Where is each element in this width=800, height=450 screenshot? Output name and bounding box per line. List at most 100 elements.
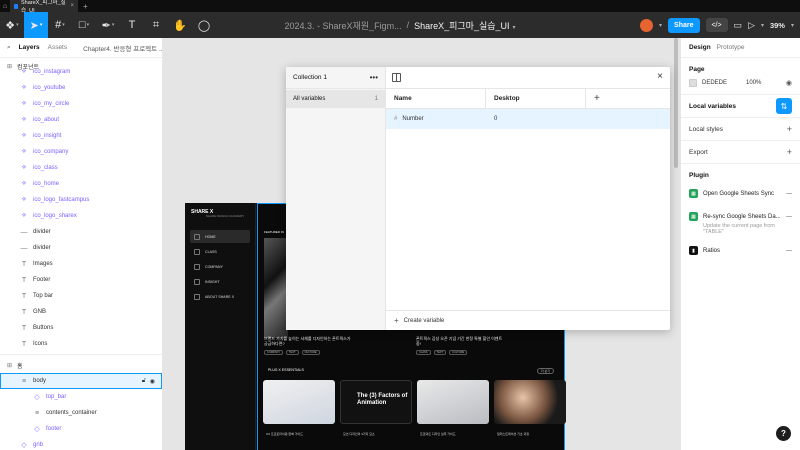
all-variables-item[interactable]: All variables 1 — [286, 90, 385, 108]
hand-tool-button[interactable]: ✋ — [168, 12, 192, 38]
home-icon[interactable]: ⌂ — [0, 0, 10, 12]
tab-prototype[interactable]: Prototype — [717, 44, 745, 51]
variables-count: 1 — [374, 96, 378, 102]
tab-layers[interactable]: Layers — [19, 44, 40, 51]
layer-item[interactable]: ◇ footer — [0, 421, 162, 437]
team-name[interactable]: 2024.3. - ShareX재원_Figm... — [284, 19, 401, 32]
shape-tool-button[interactable]: □ ▾ — [72, 12, 96, 38]
share-button[interactable]: Share — [668, 17, 700, 33]
layer-item[interactable]: — divider — [0, 224, 162, 240]
plugin-item[interactable]: ▦ Re-sync Google Sheets Da... — — [689, 209, 792, 224]
frame-icon: # — [55, 19, 62, 31]
plugin-item[interactable]: ▮ Ratios — — [689, 243, 792, 258]
search-icon[interactable]: ⌕ — [7, 44, 11, 52]
more-options-icon[interactable]: — — [786, 214, 792, 220]
layer-item[interactable]: ⟡ ico_about — [0, 112, 162, 128]
mode-column-header[interactable]: Desktop — [486, 88, 586, 109]
layer-item[interactable]: T Buttons — [0, 320, 162, 336]
layer-item[interactable]: ⟡ ico_logo_sharex — [0, 208, 162, 224]
section-icon: ⊞ — [7, 362, 13, 369]
layer-label: Top bar — [33, 293, 54, 299]
eye-icon[interactable]: ◉ — [150, 378, 155, 385]
layer-item[interactable]: T Icons — [0, 336, 162, 352]
page-color-row[interactable]: DEDEDE 100% ◉ — [689, 79, 792, 94]
zoom-level[interactable]: 39% — [770, 21, 785, 30]
site-brand-sub: SHARE DESIGN ACADEMY — [206, 214, 245, 218]
chevron-down-icon[interactable]: ▾ — [659, 22, 662, 29]
layer-label: Footer — [33, 277, 51, 283]
layer-item[interactable]: ◇ gnb — [0, 437, 162, 450]
page-opacity[interactable]: 100% — [746, 80, 761, 86]
more-options-icon[interactable]: ••• — [370, 73, 378, 82]
layer-item[interactable]: ⟡ ico_class — [0, 160, 162, 176]
present-icon[interactable]: ▷ — [748, 20, 755, 31]
comment-tool-button[interactable]: ◯ — [192, 12, 216, 38]
resources-button[interactable]: ⌗ — [144, 12, 168, 38]
sidebar-toggle-icon[interactable] — [392, 73, 401, 82]
user-avatar[interactable] — [640, 18, 654, 32]
local-styles-row: Local styles + — [689, 118, 792, 140]
layer-item[interactable]: ⟡ ico_insight — [0, 128, 162, 144]
add-mode-icon[interactable]: + — [586, 93, 600, 104]
chevron-down-icon[interactable]: ▾ — [761, 22, 764, 29]
tab-assets[interactable]: Assets — [48, 44, 68, 51]
add-export-icon[interactable]: + — [787, 147, 792, 157]
close-icon[interactable]: × — [657, 71, 663, 82]
main-menu-button[interactable]: ❖ ▾ — [0, 12, 24, 38]
layer-item[interactable]: ⟡ ico_instagram — [0, 64, 162, 80]
toolbar-right: ▾ Share </> ▭ ▷ ▾ 39% ▾ — [640, 12, 800, 38]
layer-item-body[interactable]: ≡ body 🔓︎ ◉ — [0, 373, 162, 389]
variables-settings-button[interactable]: ⇅ — [776, 98, 792, 114]
library-icon[interactable]: ▭ — [734, 20, 743, 31]
chevron-down-icon[interactable]: ▾ — [791, 22, 794, 29]
layer-item[interactable]: — divider — [0, 240, 162, 256]
eye-icon[interactable]: ◉ — [786, 79, 792, 87]
site-chip: CULTURE — [449, 350, 468, 355]
layer-label: ico_about — [33, 117, 60, 123]
layer-item[interactable]: ⟡ ico_youtube — [0, 80, 162, 96]
layer-item[interactable]: ≡ contents_container — [0, 405, 162, 421]
component-icon: ⟡ — [21, 84, 27, 91]
layer-item[interactable]: T Top bar — [0, 288, 162, 304]
section-home[interactable]: ⊞ 홈 — [0, 357, 162, 373]
create-variable-button[interactable]: + Create variable — [386, 310, 670, 330]
tab-design[interactable]: Design — [689, 44, 711, 51]
more-options-icon[interactable]: — — [786, 248, 792, 254]
add-style-icon[interactable]: + — [787, 124, 792, 134]
layer-item[interactable]: ⟡ ico_home — [0, 176, 162, 192]
file-name[interactable]: ShareX_피그마_실습_UI ▾ — [414, 19, 515, 32]
variable-row[interactable]: # Number 0 — [386, 109, 670, 129]
text-tool-button[interactable]: T — [120, 12, 144, 38]
layer-item[interactable]: T GNB — [0, 304, 162, 320]
new-tab-icon[interactable]: + — [78, 2, 93, 11]
pen-tool-button[interactable]: ✒ ▾ — [96, 12, 120, 38]
move-tool-button[interactable]: ➤ ▾ — [24, 12, 48, 38]
site-gnb: SHARE X SHARE DESIGN ACADEMY HOME CLASS … — [185, 203, 256, 450]
layer-item[interactable]: T Images — [0, 256, 162, 272]
more-options-icon[interactable]: — — [786, 191, 792, 197]
dev-mode-button[interactable]: </> — [705, 18, 728, 32]
lock-icon[interactable]: 🔓︎ — [142, 378, 146, 385]
help-button[interactable]: ? — [776, 426, 791, 441]
layer-item[interactable]: ◇ top_bar — [0, 389, 162, 405]
variable-value[interactable]: 0 — [486, 116, 497, 122]
variable-name-cell[interactable]: # Number — [386, 116, 486, 122]
canvas-scrollbar[interactable] — [674, 38, 678, 168]
layer-item[interactable]: ⟡ ico_logo_fastcampus — [0, 192, 162, 208]
browser-tab[interactable]: ShareX_피그마_실습_UI × — [10, 0, 78, 14]
layer-item[interactable]: ⟡ ico_my_circle — [0, 96, 162, 112]
number-variable-icon: # — [394, 116, 398, 122]
page-selector[interactable]: Chapter4. 반응형 프로젝트 ... — [83, 43, 162, 53]
layer-item[interactable]: T Footer — [0, 272, 162, 288]
layer-item[interactable]: ⟡ ico_company — [0, 144, 162, 160]
component-icon: ⟡ — [21, 180, 27, 187]
site-chips: COMPANY TEXT CULTURE — [264, 350, 320, 355]
collection-header[interactable]: Collection 1 ••• — [286, 67, 385, 89]
color-swatch[interactable] — [689, 79, 697, 87]
frame-tool-button[interactable]: # ▾ — [48, 12, 72, 38]
local-variables-row[interactable]: Local variables ⇅ — [689, 95, 792, 117]
plugin-item[interactable]: ▦ Open Google Sheets Sync — — [689, 186, 792, 201]
site-nav-item: HOME — [190, 230, 250, 243]
page-color-value[interactable]: DEDEDE — [702, 80, 727, 86]
close-tab-icon[interactable]: × — [70, 3, 74, 9]
